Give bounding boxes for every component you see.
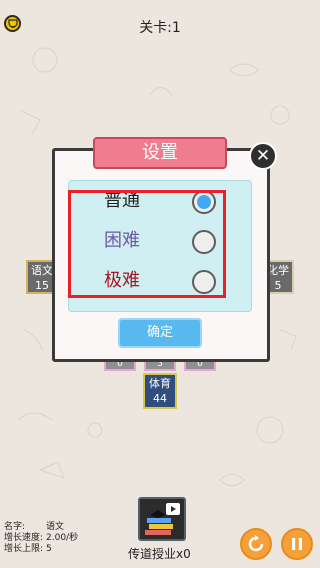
teach-icon[interactable] bbox=[138, 497, 186, 541]
unit-info: 名字: 语文 增长速度: 2.00/秒 增长上限: 5 bbox=[4, 522, 78, 555]
refresh-icon bbox=[248, 535, 264, 552]
highlight-outline bbox=[68, 190, 226, 298]
pause-icon bbox=[292, 538, 302, 550]
info-key: 增长上限: bbox=[4, 544, 44, 554]
teach-label: 传道授业x0 bbox=[128, 547, 191, 561]
info-key: 名字: bbox=[4, 522, 26, 532]
info-value: 语文 bbox=[46, 522, 65, 532]
modal-title: 设置 bbox=[93, 137, 227, 169]
pause-button[interactable] bbox=[281, 528, 313, 560]
info-value: 2.00/秒 bbox=[46, 533, 79, 543]
info-key: 增长速度: bbox=[4, 533, 44, 543]
info-value: 5 bbox=[46, 544, 52, 554]
close-icon[interactable]: ✕ bbox=[249, 142, 277, 170]
refresh-button[interactable] bbox=[240, 528, 272, 560]
confirm-button[interactable]: 确定 bbox=[118, 318, 202, 348]
